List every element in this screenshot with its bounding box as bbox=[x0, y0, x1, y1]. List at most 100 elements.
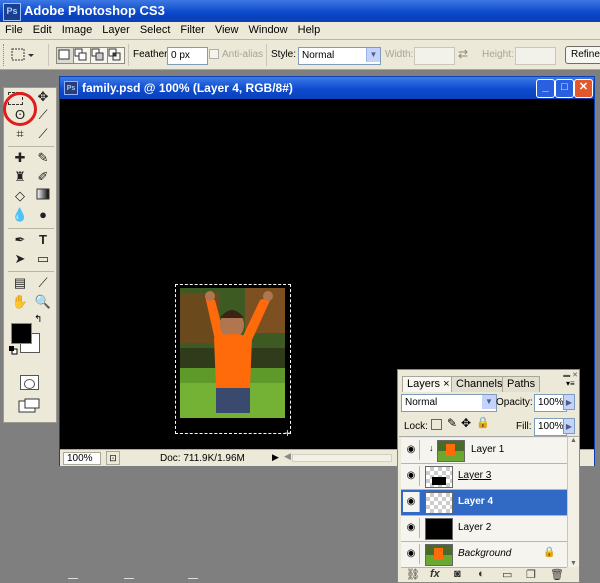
default-colors-icon[interactable] bbox=[9, 346, 18, 355]
eye-icon[interactable]: ◉ bbox=[403, 518, 420, 538]
document-title-bar[interactable]: Ps family.psd @ 100% (Layer 4, RGB/8#) _… bbox=[60, 77, 594, 99]
foreground-color-swatch[interactable] bbox=[11, 323, 32, 344]
zoom-field[interactable]: 100% bbox=[63, 452, 101, 465]
type-tool-icon[interactable]: T bbox=[33, 231, 53, 249]
height-input[interactable] bbox=[515, 47, 556, 65]
refine-edge-button[interactable]: Refine bbox=[565, 46, 600, 64]
layer-row-layer-3[interactable]: ◉ Layer 3 bbox=[401, 464, 567, 490]
scroll-left-icon[interactable]: ◀ bbox=[284, 451, 292, 465]
group-icon[interactable]: ▭ bbox=[502, 568, 512, 581]
notes-tool-icon[interactable]: ▤ bbox=[10, 274, 30, 292]
layers-scrollbar[interactable]: ▲ ▼ bbox=[567, 437, 579, 567]
separator bbox=[48, 44, 52, 66]
layer-row-layer-2[interactable]: ◉ Layer 2 bbox=[401, 516, 567, 542]
eye-icon[interactable]: ◉ bbox=[403, 492, 420, 512]
crop-tool-icon[interactable]: ⌗ bbox=[10, 125, 30, 143]
antialias-checkbox[interactable] bbox=[209, 49, 219, 59]
menu-file[interactable]: File bbox=[0, 22, 28, 36]
intersect-selection-button[interactable] bbox=[107, 47, 125, 64]
pen-tool-icon[interactable]: ✒ bbox=[10, 231, 30, 249]
style-select[interactable]: Normal ▼ bbox=[298, 47, 381, 65]
menu-window[interactable]: Window bbox=[244, 22, 293, 36]
tool-preset-picker[interactable] bbox=[11, 47, 34, 63]
layer-row-layer-1[interactable]: ◉ ↓ Layer 1 bbox=[401, 438, 567, 464]
layer-row-background[interactable]: ◉ Background 🔒 bbox=[401, 542, 567, 568]
path-selection-tool-icon[interactable]: ➤ bbox=[10, 250, 30, 268]
tab-layers[interactable]: Layers × bbox=[402, 376, 455, 392]
menu-help[interactable]: Help bbox=[293, 22, 326, 36]
layer-name[interactable]: Layer 4 bbox=[458, 496, 493, 507]
healing-brush-tool-icon[interactable]: ✚ bbox=[10, 149, 30, 167]
blur-tool-icon[interactable]: 💧 bbox=[10, 206, 30, 224]
panel-menu-icon[interactable]: ▾≡ bbox=[566, 379, 575, 388]
slice-tool-icon[interactable]: ⟋ bbox=[33, 125, 53, 143]
clone-stamp-tool-icon[interactable]: ♜ bbox=[10, 168, 30, 186]
eye-icon[interactable]: ◉ bbox=[403, 466, 420, 486]
menu-layer[interactable]: Layer bbox=[97, 22, 135, 36]
panel-collapse-icon[interactable]: ▬ ✕ bbox=[548, 371, 578, 379]
chevron-down-icon[interactable]: ▼ bbox=[366, 48, 380, 62]
mask-icon[interactable]: ◙ bbox=[454, 568, 461, 580]
scroll-up-icon[interactable]: ▲ bbox=[568, 437, 579, 444]
tab-close-icon[interactable]: × bbox=[443, 378, 449, 390]
maximize-button[interactable]: □ bbox=[555, 79, 574, 98]
fill-slider-arrow-icon[interactable]: ▶ bbox=[563, 418, 575, 434]
minimize-button[interactable]: _ bbox=[536, 79, 555, 98]
feather-input[interactable]: 0 px bbox=[167, 47, 208, 65]
blend-mode-select[interactable]: Normal ▼ bbox=[401, 394, 497, 412]
screen-mode-button[interactable] bbox=[18, 398, 43, 416]
add-to-selection-button[interactable] bbox=[73, 47, 91, 64]
lock-pixels-icon[interactable]: ✎ bbox=[447, 416, 457, 430]
layer-name[interactable]: Layer 2 bbox=[458, 522, 491, 533]
shape-tool-icon[interactable]: ▭ bbox=[33, 250, 53, 268]
new-selection-button[interactable] bbox=[56, 47, 74, 64]
quick-mask-button[interactable] bbox=[20, 375, 39, 390]
menu-image[interactable]: Image bbox=[57, 22, 98, 36]
layer-name[interactable]: Layer 1 bbox=[471, 444, 504, 455]
dodge-tool-icon[interactable]: ● bbox=[33, 206, 53, 224]
eye-icon[interactable]: ◉ bbox=[403, 544, 420, 564]
menu-view[interactable]: View bbox=[210, 22, 244, 36]
hand-tool-icon[interactable]: ✋ bbox=[10, 293, 30, 311]
brush-tool-icon[interactable]: ✎ bbox=[33, 149, 53, 167]
adjustment-icon[interactable]: ◐ bbox=[478, 568, 485, 580]
selection-marquee[interactable] bbox=[175, 284, 291, 434]
menu-filter[interactable]: Filter bbox=[175, 22, 209, 36]
zoom-tool-icon[interactable]: 🔍 bbox=[33, 293, 53, 311]
status-options-icon[interactable]: ⊡ bbox=[106, 451, 120, 465]
eyedropper-tool-icon[interactable]: ⟋ bbox=[33, 274, 53, 292]
menu-edit[interactable]: Edit bbox=[28, 22, 57, 36]
tab-channels[interactable]: Channels bbox=[451, 376, 508, 392]
layer-row-layer-4[interactable]: ◉ Layer 4 bbox=[401, 490, 567, 516]
eraser-tool-icon[interactable]: ◇ bbox=[10, 187, 30, 205]
opacity-slider-arrow-icon[interactable]: ▶ bbox=[563, 394, 575, 410]
new-layer-icon[interactable]: ❐ bbox=[526, 568, 536, 581]
scroll-down-icon[interactable]: ▼ bbox=[568, 560, 579, 567]
subtract-selection-button[interactable] bbox=[90, 47, 108, 64]
layer-name[interactable]: Background bbox=[458, 548, 511, 559]
layer-thumbnail bbox=[425, 518, 453, 540]
lock-transparency-icon[interactable] bbox=[431, 419, 442, 430]
tab-paths[interactable]: Paths bbox=[502, 376, 541, 392]
lock-all-icon[interactable]: 🔒 bbox=[476, 416, 490, 429]
link-icon[interactable]: ⛓ bbox=[406, 568, 420, 581]
fx-icon[interactable]: fx bbox=[430, 568, 440, 580]
chevron-down-icon[interactable]: ▼ bbox=[482, 395, 496, 409]
divider bbox=[8, 146, 54, 147]
swap-width-height-icon[interactable]: ⇄ bbox=[458, 47, 472, 62]
layer-list: ◉ ↓ Layer 1 ◉ Layer 3 ◉ Layer 4 ◉ Layer … bbox=[399, 436, 579, 568]
close-button[interactable]: ✕ bbox=[574, 79, 593, 98]
status-menu-arrow-icon[interactable]: ▶ bbox=[272, 452, 279, 463]
trash-icon[interactable]: 🗑 bbox=[550, 568, 564, 581]
gradient-tool-icon[interactable] bbox=[33, 187, 53, 205]
swap-colors-icon[interactable]: ↰ bbox=[34, 314, 42, 325]
width-input[interactable] bbox=[414, 47, 455, 65]
layer-name[interactable]: Layer 3 bbox=[458, 470, 491, 481]
lock-label: Lock: bbox=[404, 421, 428, 432]
lock-position-icon[interactable]: ✥ bbox=[461, 416, 471, 430]
eye-icon[interactable]: ◉ bbox=[403, 440, 420, 460]
horizontal-scrollbar[interactable] bbox=[292, 454, 392, 462]
options-grip[interactable] bbox=[3, 44, 7, 66]
history-brush-tool-icon[interactable]: ✐ bbox=[33, 168, 53, 186]
menu-select[interactable]: Select bbox=[135, 22, 176, 36]
